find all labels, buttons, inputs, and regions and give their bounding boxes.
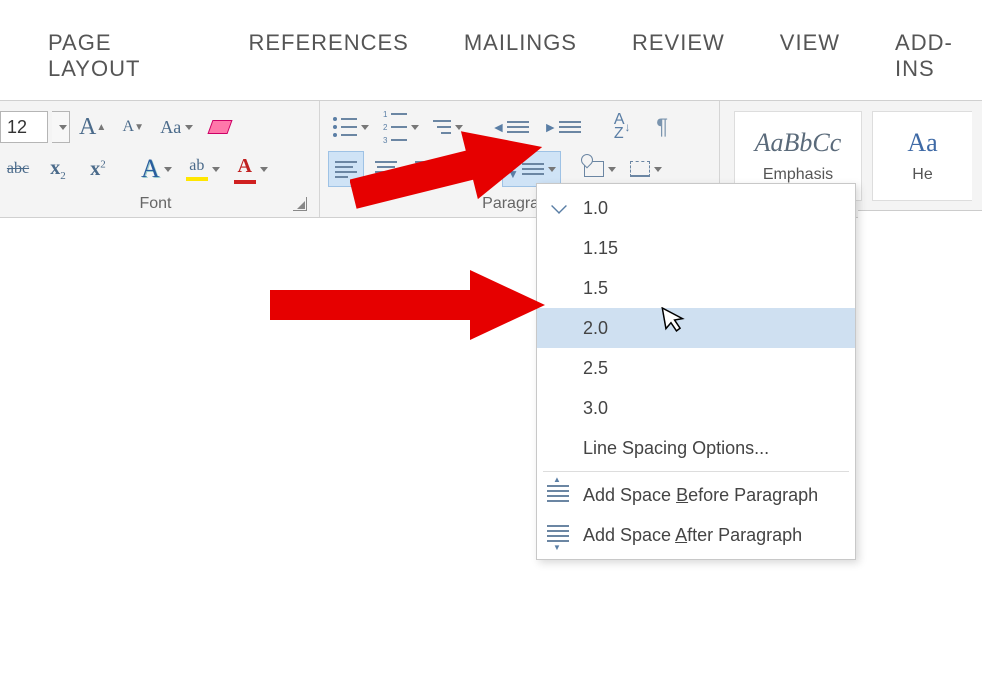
tab-review[interactable]: REVIEW [632,30,725,82]
superscript-icon: x2 [90,158,106,181]
shading-button[interactable] [579,151,621,187]
highlight-button[interactable]: ab [181,151,225,187]
tab-addins[interactable]: ADD-INS [895,30,982,82]
shrink-font-icon: A [123,118,135,136]
strikethrough-button[interactable]: abc [0,151,36,187]
check-icon [551,198,567,214]
style-preview: Aa [907,128,937,158]
annotation-arrow-2 [270,270,550,340]
sort-button[interactable]: A Z ↓ [604,109,640,145]
font-dialog-launcher[interactable] [293,197,307,211]
line-spacing-menu: 1.0 1.15 1.5 2.0 2.5 3.0 Line Spacing Op… [536,183,856,560]
style-name-label: He [912,166,932,184]
style-preview: AaBbCc [755,128,842,158]
spacing-2-5[interactable]: 2.5 [537,348,855,388]
grow-font-icon: A [79,114,96,141]
font-color-button[interactable]: A [229,151,273,187]
line-spacing-options[interactable]: Line Spacing Options... [537,428,855,468]
style-heading[interactable]: Aa He [872,111,972,201]
clear-formatting-button[interactable] [202,109,238,145]
shrink-font-button[interactable]: A ▼ [115,109,151,145]
superscript-button[interactable]: x2 [80,151,116,187]
text-effects-button[interactable]: A [136,151,177,187]
style-name-label: Emphasis [763,166,833,184]
add-space-before[interactable]: Add Space Before Paragraph [537,475,855,515]
borders-icon [630,161,650,177]
font-color-icon: A [238,155,252,178]
borders-button[interactable] [625,151,667,187]
grow-font-button[interactable]: A ▲ [74,109,111,145]
subscript-button[interactable]: x2 [40,151,76,187]
shading-icon [584,161,604,177]
spacing-2-0[interactable]: 2.0 [537,308,855,348]
add-space-after[interactable]: Add Space After Paragraph [537,515,855,555]
font-size-dropdown[interactable] [52,111,70,143]
space-before-icon [547,485,569,502]
space-after-icon [547,525,569,542]
strikethrough-icon: abc [7,160,29,178]
highlight-icon: ab [189,157,204,175]
spacing-3-0[interactable]: 3.0 [537,388,855,428]
tab-page-layout[interactable]: PAGE LAYOUT [48,30,193,82]
subscript-icon: x2 [50,157,66,182]
spacing-1-0[interactable]: 1.0 [537,188,855,228]
text-effects-icon: A [141,154,160,184]
sort-icon: A Z [614,113,625,141]
change-case-icon: Aa [160,117,181,138]
tab-references[interactable]: REFERENCES [248,30,408,82]
eraser-icon [208,120,233,134]
annotation-arrow-1 [350,120,550,210]
tab-mailings[interactable]: MAILINGS [464,30,577,82]
ribbon-tabs: PAGE LAYOUT REFERENCES MAILINGS REVIEW V… [0,0,982,100]
tab-view[interactable]: VIEW [780,30,840,82]
show-marks-button[interactable]: ¶ [644,109,680,145]
spacing-1-5[interactable]: 1.5 [537,268,855,308]
font-size-input[interactable]: 12 [0,111,48,143]
change-case-button[interactable]: Aa [155,109,198,145]
pilcrow-icon: ¶ [656,114,668,140]
document-edge [858,210,982,218]
font-group-label: Font [0,193,311,213]
menu-separator [543,471,849,472]
spacing-1-15[interactable]: 1.15 [537,228,855,268]
font-group: 12 A ▲ A ▼ Aa [0,101,320,217]
